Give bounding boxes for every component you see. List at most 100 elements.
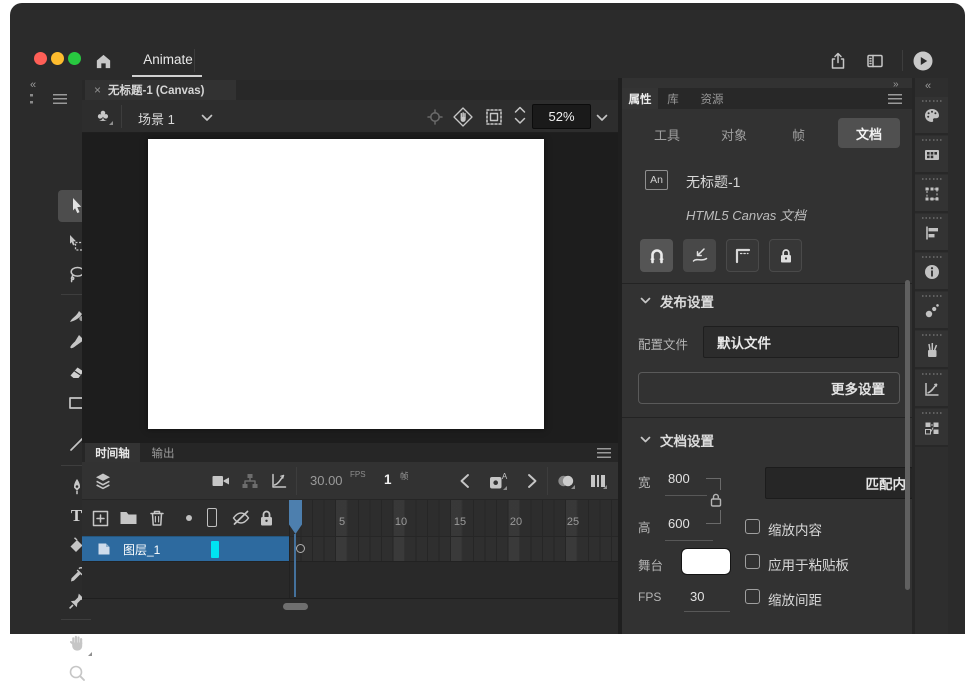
- dock-panel-transform[interactable]: [915, 175, 948, 213]
- layer-row[interactable]: 图层_1: [82, 536, 290, 561]
- dock-panel-snippets[interactable]: [915, 292, 948, 330]
- more-settings-button[interactable]: 更多设置: [638, 372, 900, 404]
- tools-drag-grip[interactable]: [30, 94, 33, 105]
- document-tab[interactable]: × 无标题-1 (Canvas): [85, 80, 236, 100]
- apply-pasteboard-checkbox[interactable]: [745, 554, 760, 569]
- edit-multiple-frames-button[interactable]: [586, 470, 610, 492]
- dock-collapse-button[interactable]: «: [925, 80, 930, 92]
- clip-content-button[interactable]: [485, 108, 503, 126]
- tool-hand[interactable]: [58, 627, 95, 659]
- home-button[interactable]: [90, 49, 116, 73]
- current-frame-value[interactable]: 1: [384, 472, 392, 487]
- scene-chevron-icon[interactable]: [201, 114, 213, 122]
- minimize-window-button[interactable]: [51, 52, 64, 65]
- properties-vscrollbar-thumb[interactable]: [905, 280, 910, 590]
- match-contents-label: 匹配内: [866, 473, 907, 493]
- open-lock-icon: [709, 492, 723, 508]
- fps-value[interactable]: 30.00: [310, 473, 343, 488]
- show-hide-all-toggle[interactable]: [230, 508, 252, 528]
- tools-menu-button[interactable]: [53, 94, 67, 104]
- doc-badge: An: [645, 170, 668, 190]
- timeline-hscrollbar[interactable]: [82, 598, 618, 614]
- stage[interactable]: [148, 139, 544, 429]
- delete-layer-button[interactable]: [148, 508, 166, 528]
- tab-output[interactable]: 输出: [140, 443, 186, 462]
- section-divider-2: [622, 417, 912, 418]
- stage-color-swatch[interactable]: [681, 548, 731, 575]
- properties-menu-button[interactable]: [888, 94, 902, 104]
- share-button[interactable]: [826, 49, 850, 73]
- dock-panel-ease-presets[interactable]: [915, 370, 948, 408]
- new-layer-button[interactable]: [91, 509, 109, 527]
- hscrollbar-thumb[interactable]: [283, 603, 308, 610]
- frame-graph-button[interactable]: [268, 471, 290, 491]
- scale-spacing-checkbox[interactable]: [745, 589, 760, 604]
- dock-panel-color[interactable]: [915, 97, 948, 135]
- doc-settings-header[interactable]: 文档设置: [640, 430, 714, 450]
- zoom-stepper[interactable]: [512, 104, 528, 129]
- lock-guides-toggle[interactable]: [769, 239, 802, 272]
- scale-content-checkbox[interactable]: [745, 519, 760, 534]
- outline-layer-toggle[interactable]: [207, 508, 217, 527]
- layer-highlight-swatch[interactable]: [211, 541, 219, 558]
- subtab-tool[interactable]: 工具: [654, 125, 680, 144]
- timeline-menu-button[interactable]: [597, 448, 611, 458]
- layers-stack-button[interactable]: [92, 470, 114, 492]
- zoom-dropdown-icon[interactable]: [596, 114, 608, 122]
- onion-skin-button[interactable]: [554, 470, 578, 492]
- scene-menu-button[interactable]: ♣: [90, 104, 116, 128]
- subtab-frame[interactable]: 帧: [792, 125, 805, 144]
- app-tab-animate[interactable]: Animate: [128, 44, 208, 75]
- rotate-view-button[interactable]: [452, 106, 474, 128]
- snap-magnet-toggle[interactable]: [640, 239, 673, 272]
- close-window-button[interactable]: [34, 52, 47, 65]
- tab-properties[interactable]: 属性: [622, 88, 658, 109]
- camera-button[interactable]: [210, 471, 232, 491]
- dock-panel-components[interactable]: [915, 409, 948, 447]
- camera-icon: [211, 472, 231, 490]
- publish-settings-header[interactable]: 发布设置: [640, 291, 714, 311]
- workspace-button[interactable]: [863, 49, 887, 73]
- link-dimensions-toggle[interactable]: [707, 490, 724, 510]
- subtab-document[interactable]: 文档: [838, 118, 900, 148]
- layer-frames[interactable]: [290, 536, 618, 561]
- pasteboard[interactable]: [82, 133, 618, 443]
- snap-align-toggle[interactable]: [683, 239, 716, 272]
- new-folder-button[interactable]: [118, 509, 138, 527]
- auto-keyframe-button[interactable]: A: [486, 469, 510, 493]
- highlight-layer-toggle[interactable]: [186, 515, 192, 521]
- scene-label[interactable]: 场景 1: [138, 109, 175, 128]
- tool-zoom[interactable]: [58, 657, 95, 689]
- width-value[interactable]: 800: [668, 471, 690, 486]
- layer-parenting-button[interactable]: [239, 471, 261, 491]
- frame-ruler[interactable]: 5 10 15 20 25: [290, 500, 618, 536]
- tab-timeline[interactable]: 时间轴: [85, 443, 140, 462]
- height-underline: [665, 540, 713, 541]
- tools-collapse-button[interactable]: «: [30, 79, 35, 91]
- profile-select[interactable]: 默认文件: [703, 326, 899, 358]
- an-badge-label: An: [650, 174, 663, 186]
- document-tab-close-icon[interactable]: ×: [94, 83, 101, 97]
- fps-field-value[interactable]: 30: [690, 589, 704, 604]
- layer-name[interactable]: 图层_1: [123, 541, 160, 558]
- subtab-object[interactable]: 对象: [721, 125, 747, 144]
- empty-keyframe-marker[interactable]: [296, 544, 305, 553]
- tab-library[interactable]: 库: [658, 88, 688, 109]
- dock-panel-brush-library[interactable]: [915, 331, 948, 369]
- dock-panel-swatches[interactable]: [915, 136, 948, 174]
- tab-assets[interactable]: 资源: [692, 88, 732, 109]
- dock-panel-info[interactable]: [915, 253, 948, 291]
- lock-all-toggle[interactable]: [257, 508, 275, 528]
- test-movie-button[interactable]: [910, 48, 936, 74]
- zoom-level-input[interactable]: 52%: [532, 104, 591, 129]
- height-value[interactable]: 600: [668, 516, 690, 531]
- rulers-toggle[interactable]: [726, 239, 759, 272]
- match-contents-button[interactable]: 匹配内: [765, 467, 912, 499]
- step-forward-button[interactable]: [522, 470, 542, 492]
- tab-properties-label: 属性: [629, 91, 652, 107]
- center-stage-button[interactable]: [427, 109, 443, 125]
- dock-panel-align[interactable]: [915, 214, 948, 252]
- step-back-button[interactable]: [454, 470, 474, 492]
- timeline-empty-area[interactable]: [82, 561, 618, 598]
- zoom-window-button[interactable]: [68, 52, 81, 65]
